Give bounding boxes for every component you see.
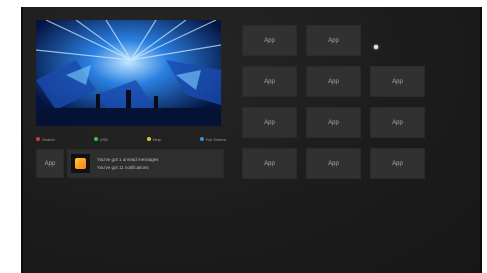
- concert-stage-image: [36, 20, 221, 126]
- legend-label-help: Help: [152, 136, 161, 142]
- app-label: App: [264, 119, 275, 126]
- app-tile[interactable]: App: [306, 25, 361, 56]
- app-label: App: [328, 160, 339, 167]
- blue-dot-icon: [199, 137, 204, 141]
- app-tile[interactable]: App: [242, 25, 297, 56]
- app-badge-icon-graphic: [75, 158, 86, 169]
- app-tile[interactable]: App: [306, 148, 361, 179]
- app-tile[interactable]: App: [242, 148, 297, 179]
- app-label: App: [328, 119, 339, 126]
- live-tv-preview[interactable]: [36, 20, 221, 126]
- app-badge-icon: [71, 154, 90, 173]
- legend-item-full-screen: Full Screen: [199, 136, 226, 142]
- legend-label-full-screen: Full Screen: [205, 136, 226, 142]
- remote-color-legend: Search USB Help Full Screen: [36, 134, 226, 144]
- notification-messages: You've got 1 unread messages: [97, 157, 159, 162]
- app-tile[interactable]: App: [370, 66, 425, 97]
- legend-item-search: Search: [36, 137, 55, 142]
- app-tile[interactable]: App: [242, 66, 297, 97]
- notification-text: You've got 1 unread messages You've got …: [97, 156, 159, 172]
- app-label: App: [264, 78, 275, 85]
- app-label: App: [328, 37, 339, 44]
- app-label: App: [328, 78, 339, 85]
- app-label: App: [44, 160, 56, 167]
- legend-item-help: Help: [146, 136, 161, 142]
- green-dot-icon: [93, 137, 98, 141]
- app-tile-small[interactable]: App: [36, 149, 64, 178]
- app-label: App: [264, 160, 275, 167]
- app-tile[interactable]: App: [370, 148, 425, 179]
- legend-label-search: Search: [42, 136, 55, 142]
- app-tile[interactable]: App: [242, 107, 297, 138]
- notification-count: You've got 11 notifications: [97, 165, 149, 170]
- notification-panel[interactable]: You've got 1 unread messages You've got …: [67, 149, 224, 178]
- app-label: App: [392, 160, 403, 167]
- legend-item-usb: USB: [93, 136, 108, 142]
- app-label: App: [264, 37, 275, 44]
- app-label: App: [392, 78, 403, 85]
- app-tile[interactable]: App: [370, 107, 425, 138]
- app-label: App: [392, 119, 403, 126]
- legend-label-usb: USB: [99, 136, 108, 142]
- app-tile[interactable]: App: [306, 107, 361, 138]
- pointer-icon: [374, 45, 378, 49]
- yellow-dot-icon: [146, 137, 151, 141]
- app-tile[interactable]: App: [306, 66, 361, 97]
- tv-home-screen: Search USB Help Full Screen App You've g…: [21, 7, 482, 273]
- red-dot-icon: [36, 137, 40, 141]
